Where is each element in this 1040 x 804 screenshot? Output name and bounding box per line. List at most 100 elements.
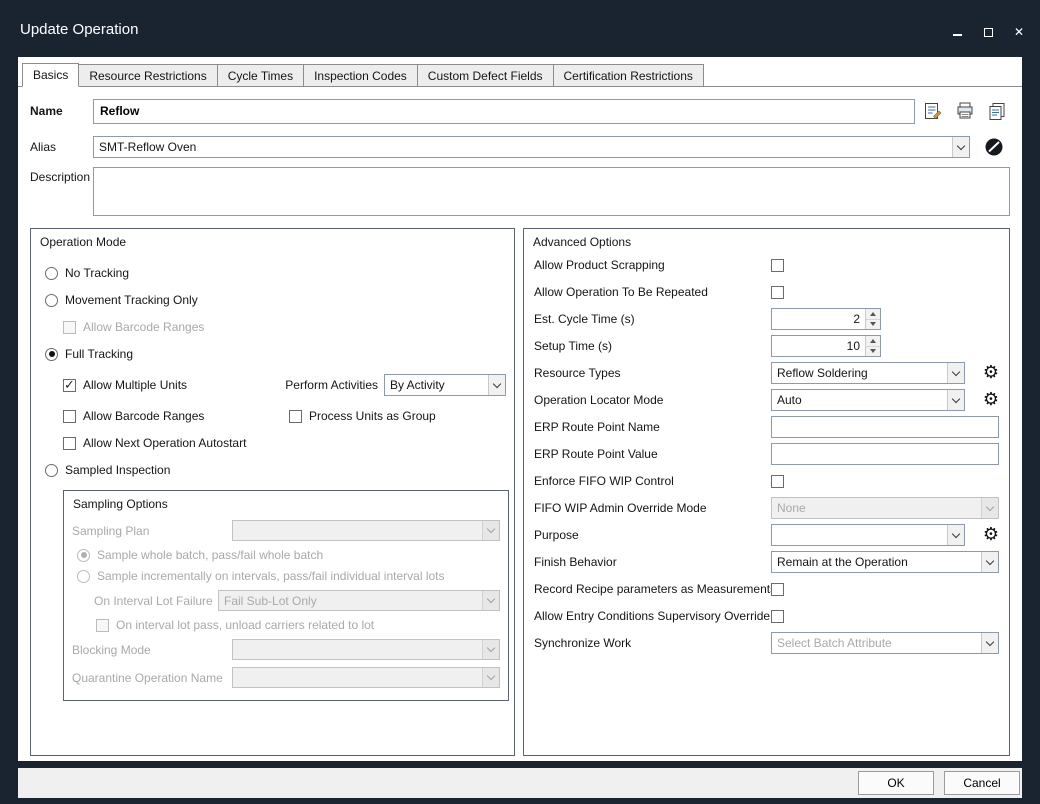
checkbox-allow-next-operation-autostart[interactable]: Allow Next Operation Autostart xyxy=(63,436,506,450)
checkbox-icon xyxy=(96,619,109,632)
operation-mode-body: No Tracking Movement Tracking Only Allow… xyxy=(31,249,514,701)
titlebar[interactable]: Update Operation ✕ xyxy=(0,0,1040,57)
erp-route-point-name-input[interactable] xyxy=(771,416,999,438)
alias-combobox[interactable]: SMT-Reflow Oven xyxy=(93,136,970,158)
operation-locator-gear-icon[interactable]: ⚙ xyxy=(983,391,999,409)
spin-up-button[interactable] xyxy=(866,336,880,346)
advanced-options-group: Advanced Options Allow Product Scrapping… xyxy=(523,228,1010,756)
checkbox-enforce-fifo[interactable] xyxy=(771,475,784,488)
dialog-body: Basics Resource Restrictions Cycle Times… xyxy=(18,57,1022,761)
maximize-button[interactable] xyxy=(981,26,995,38)
tab-strip: Basics Resource Restrictions Cycle Times… xyxy=(18,57,1022,87)
copy-document-icon[interactable] xyxy=(987,101,1007,121)
est-cycle-time-label: Est. Cycle Time (s) xyxy=(534,312,771,326)
sample-incrementally-label: Sample incrementally on intervals, pass/… xyxy=(97,569,445,583)
allow-operation-repeated-row: Allow Operation To Be Repeated xyxy=(534,281,999,303)
synchronize-work-row: Synchronize Work Select Batch Attribute xyxy=(534,632,999,654)
operation-locator-mode-row: Operation Locator Mode Auto ⚙ xyxy=(534,389,999,411)
setup-time-spinner[interactable]: 10 xyxy=(771,335,881,357)
operation-locator-mode-value: Auto xyxy=(772,393,947,407)
checkbox-interval-pass-unload: On interval lot pass, unload carriers re… xyxy=(96,618,500,632)
checkbox-allow-barcode-ranges-movement: Allow Barcode Ranges xyxy=(63,320,506,334)
chevron-down-icon xyxy=(487,644,495,652)
blocking-mode-combobox xyxy=(232,639,500,660)
tab-resource-restrictions[interactable]: Resource Restrictions xyxy=(78,64,217,86)
print-icon[interactable] xyxy=(955,101,975,121)
radio-sampled-inspection[interactable]: Sampled Inspection xyxy=(45,463,506,477)
tab-basics[interactable]: Basics xyxy=(22,63,79,87)
perform-activities-wrap: Perform Activities By Activity xyxy=(285,374,506,396)
name-input[interactable] xyxy=(93,99,915,124)
dropdown-button[interactable] xyxy=(947,525,964,545)
dropdown-button xyxy=(482,591,499,610)
ok-button[interactable]: OK xyxy=(858,771,934,795)
movement-tracking-label: Movement Tracking Only xyxy=(65,293,198,307)
erp-route-point-value-input[interactable] xyxy=(771,443,999,465)
sampling-plan-label: Sampling Plan xyxy=(72,524,232,538)
finish-behavior-combobox[interactable]: Remain at the Operation xyxy=(771,551,999,573)
checkbox-allow-operation-repeated[interactable] xyxy=(771,286,784,299)
radio-no-tracking[interactable]: No Tracking xyxy=(45,266,506,280)
spin-down-button[interactable] xyxy=(866,346,880,357)
tab-inspection-codes[interactable]: Inspection Codes xyxy=(303,64,418,86)
setup-time-row: Setup Time (s) 10 xyxy=(534,335,999,357)
prohibit-icon[interactable] xyxy=(984,137,1004,157)
radio-full-tracking[interactable]: Full Tracking xyxy=(45,347,506,361)
radio-selected-icon xyxy=(77,549,90,562)
checkbox-record-recipe[interactable] xyxy=(771,583,784,596)
checkbox-allow-multiple-units[interactable] xyxy=(63,379,76,392)
cancel-button[interactable]: Cancel xyxy=(944,771,1020,795)
synchronize-work-combobox[interactable]: Select Batch Attribute xyxy=(771,632,999,654)
tab-custom-defect-fields[interactable]: Custom Defect Fields xyxy=(417,64,554,86)
dropdown-button[interactable] xyxy=(981,552,998,572)
radio-sample-whole-batch: Sample whole batch, pass/fail whole batc… xyxy=(77,548,500,562)
quarantine-operation-label: Quarantine Operation Name xyxy=(72,671,232,685)
perform-activities-value: By Activity xyxy=(385,378,488,392)
spin-up-button[interactable] xyxy=(866,309,880,319)
purpose-gear-icon[interactable]: ⚙ xyxy=(983,526,999,544)
tab-cycle-times[interactable]: Cycle Times xyxy=(217,64,304,86)
operation-mode-title: Operation Mode xyxy=(31,229,514,249)
spin-down-button[interactable] xyxy=(866,319,880,330)
perform-activities-label: Perform Activities xyxy=(285,378,378,392)
resource-types-combobox[interactable]: Reflow Soldering xyxy=(771,362,965,384)
resource-types-gear-icon[interactable]: ⚙ xyxy=(983,364,999,382)
checkbox-entry-conditions-override[interactable] xyxy=(771,610,784,623)
checkbox-allow-product-scrapping[interactable] xyxy=(771,259,784,272)
radio-movement-tracking-only[interactable]: Movement Tracking Only xyxy=(45,293,506,307)
operation-locator-mode-combobox[interactable]: Auto xyxy=(771,389,965,411)
allow-barcode-ranges-movement-label: Allow Barcode Ranges xyxy=(83,320,204,334)
interval-lot-failure-combobox: Fail Sub-Lot Only xyxy=(218,590,500,611)
chevron-down-icon xyxy=(487,672,495,680)
dropdown-button[interactable] xyxy=(947,363,964,383)
est-cycle-time-spinner[interactable]: 2 xyxy=(771,308,881,330)
close-button[interactable]: ✕ xyxy=(1012,26,1026,38)
radio-icon xyxy=(77,570,90,583)
purpose-combobox[interactable] xyxy=(771,524,965,546)
allow-product-scrapping-row: Allow Product Scrapping xyxy=(534,254,999,276)
entry-conditions-row: Allow Entry Conditions Supervisory Overr… xyxy=(534,605,999,627)
alias-dropdown-button[interactable] xyxy=(952,137,969,157)
minimize-button[interactable] xyxy=(950,26,964,38)
chevron-down-icon xyxy=(952,394,960,402)
checkbox-allow-barcode-ranges[interactable]: Allow Barcode Ranges xyxy=(63,409,289,423)
checkbox-process-units-as-group[interactable]: Process Units as Group xyxy=(289,409,436,423)
edit-document-icon[interactable] xyxy=(923,101,943,121)
quarantine-operation-combobox xyxy=(232,667,500,688)
multiple-units-row: Allow Multiple Units Perform Activities … xyxy=(63,374,506,396)
entry-conditions-label: Allow Entry Conditions Supervisory Overr… xyxy=(534,609,771,623)
name-label: Name xyxy=(30,104,93,118)
dropdown-button xyxy=(482,521,499,540)
chevron-down-icon xyxy=(952,367,960,375)
spinner-arrows xyxy=(865,336,880,356)
dropdown-button[interactable] xyxy=(947,390,964,410)
perform-activities-combobox[interactable]: By Activity xyxy=(384,374,506,396)
name-row: Name xyxy=(30,98,1014,124)
dropdown-button[interactable] xyxy=(981,633,998,653)
advanced-options-title: Advanced Options xyxy=(524,229,1009,249)
description-textarea[interactable] xyxy=(93,167,1010,216)
tab-certification-restrictions[interactable]: Certification Restrictions xyxy=(553,64,704,86)
dropdown-button xyxy=(981,498,998,518)
update-operation-window: { "window": { "title": "Update Operation… xyxy=(0,0,1040,804)
dropdown-button[interactable] xyxy=(488,375,505,395)
